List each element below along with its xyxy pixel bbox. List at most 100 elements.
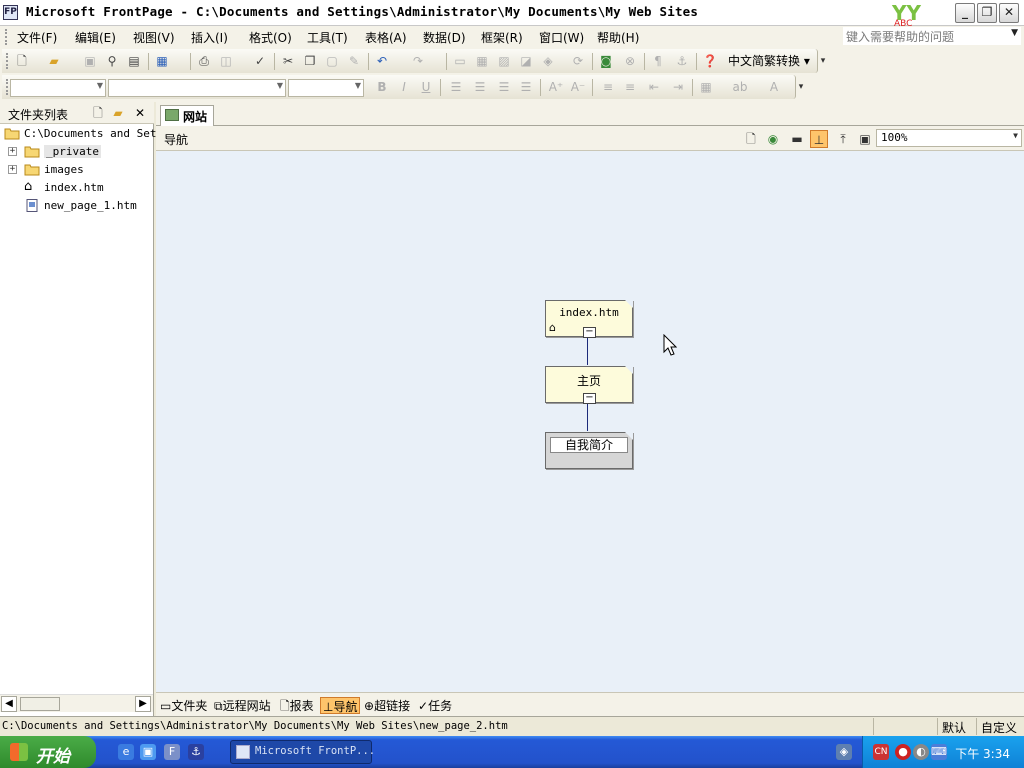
redo-icon[interactable]: ↷: [410, 53, 426, 69]
print-icon[interactable]: ⎙: [196, 53, 212, 69]
bookmark-icon[interactable]: ⚓: [674, 53, 690, 69]
show-all-icon[interactable]: ¶: [650, 53, 666, 69]
view-tab-folders[interactable]: ▭文件夹: [158, 697, 209, 714]
new-folder-icon[interactable]: ▰: [110, 105, 126, 121]
save-icon[interactable]: ▣: [82, 53, 98, 69]
font-color-icon[interactable]: A: [766, 79, 782, 95]
show-desktop-icon[interactable]: ▣: [140, 744, 156, 760]
scroll-left-icon[interactable]: ◀: [1, 696, 17, 712]
minimize-button[interactable]: _: [955, 3, 975, 23]
menu-help[interactable]: 帮助(H): [597, 29, 639, 45]
menu-format[interactable]: 格式(O): [249, 29, 292, 45]
portrait-landscape-icon[interactable]: ⊥: [810, 130, 828, 148]
spelling-icon[interactable]: ✓: [252, 53, 268, 69]
scroll-thumb[interactable]: [20, 697, 60, 711]
cut-icon[interactable]: ✂: [280, 53, 296, 69]
shared-borders-icon[interactable]: ▬: [788, 130, 806, 148]
external-page-icon[interactable]: ◉: [764, 130, 782, 148]
convert-chinese-button[interactable]: 中文简繁转换 ▾: [728, 53, 810, 69]
insert-hyperlink-icon[interactable]: ◈: [540, 53, 556, 69]
toolbar-grip-icon[interactable]: [6, 53, 9, 69]
toolbar-options-icon[interactable]: ▾: [796, 76, 806, 96]
new-page-icon[interactable]: 🗋: [90, 105, 106, 121]
expand-icon[interactable]: +: [8, 165, 17, 174]
horizontal-scrollbar[interactable]: ◀ ▶: [0, 694, 153, 712]
find-icon[interactable]: ⚲: [104, 53, 120, 69]
menu-tools[interactable]: 工具(T): [307, 29, 348, 45]
menu-insert[interactable]: 插入(I): [191, 29, 228, 45]
antivirus-icon[interactable]: ●: [895, 744, 911, 760]
menu-grip-icon[interactable]: [5, 29, 8, 45]
expand-icon[interactable]: +: [8, 147, 17, 156]
web-component-icon[interactable]: ▦: [154, 53, 170, 69]
menu-table[interactable]: 表格(A): [365, 29, 407, 45]
close-button[interactable]: ✕: [999, 3, 1019, 23]
align-center-icon[interactable]: ☰: [472, 79, 488, 95]
insert-table-icon[interactable]: ▦: [474, 53, 490, 69]
view-tab-remote-site[interactable]: ⧉远程网站: [212, 697, 273, 714]
align-left-icon[interactable]: ☰: [448, 79, 464, 95]
nav-node-home[interactable]: 主页 −: [545, 366, 633, 404]
insert-layer-icon[interactable]: ▭: [452, 53, 468, 69]
tree-root[interactable]: C:\Documents and Sett: [0, 125, 163, 143]
collapse-icon[interactable]: −: [583, 393, 596, 404]
status-custom[interactable]: 自定义: [976, 718, 1024, 735]
network-icon[interactable]: ⌨: [931, 744, 947, 760]
volume-icon[interactable]: ◐: [913, 744, 929, 760]
numbering-icon[interactable]: ≡: [600, 79, 616, 95]
menu-edit[interactable]: 编辑(E): [75, 29, 116, 45]
increase-font-icon[interactable]: A⁺: [548, 79, 564, 95]
restore-button[interactable]: ❐: [977, 3, 997, 23]
menu-window[interactable]: 窗口(W): [539, 29, 584, 45]
chevron-down-icon[interactable]: ▼: [1011, 28, 1018, 38]
publish-icon[interactable]: ▤: [126, 53, 142, 69]
anchor-app-icon[interactable]: ⚓: [188, 744, 204, 760]
subtree-only-icon[interactable]: ⤒: [834, 130, 852, 148]
nav-node-index[interactable]: index.htm ⌂ −: [545, 300, 633, 338]
undo-icon[interactable]: ↶: [374, 53, 390, 69]
open-folder-icon[interactable]: ▰: [46, 53, 62, 69]
collapse-icon[interactable]: −: [583, 327, 596, 338]
tree-item-private[interactable]: + _private: [0, 143, 154, 161]
scroll-right-icon[interactable]: ▶: [135, 696, 151, 712]
bullets-icon[interactable]: ≡: [622, 79, 638, 95]
view-tab-tasks[interactable]: ✓任务: [416, 697, 454, 714]
bold-icon[interactable]: B: [374, 79, 390, 95]
italic-icon[interactable]: I: [396, 79, 412, 95]
new-top-page-icon[interactable]: 🗋: [742, 130, 760, 148]
toolbar-options-icon[interactable]: ▾: [818, 50, 828, 70]
decrease-indent-icon[interactable]: ⇤: [646, 79, 662, 95]
borders-icon[interactable]: ▦: [698, 79, 714, 95]
font-size-dropdown[interactable]: ▼: [288, 79, 364, 97]
tray-app-icon[interactable]: ◈: [836, 744, 852, 760]
highlight-icon[interactable]: ab: [732, 79, 748, 95]
tree-item-new-page-1[interactable]: new_page_1.htm: [0, 197, 154, 215]
stop-icon[interactable]: ⊗: [622, 53, 638, 69]
navigation-canvas[interactable]: index.htm ⌂ − 主页 − 自我简介: [156, 151, 1024, 692]
frontpage-app-icon[interactable]: FP: [3, 5, 18, 20]
tab-website[interactable]: 网站: [160, 105, 214, 126]
increase-indent-icon[interactable]: ⇥: [670, 79, 686, 95]
nav-node-profile[interactable]: 自我简介: [545, 432, 633, 469]
underline-icon[interactable]: U: [418, 79, 434, 95]
font-dropdown[interactable]: ▼: [108, 79, 286, 97]
status-mode[interactable]: 默认: [937, 718, 975, 735]
view-tab-reports[interactable]: 🗋报表: [278, 697, 316, 714]
new-page-icon[interactable]: 🗋: [14, 53, 30, 69]
justify-icon[interactable]: ☰: [518, 79, 534, 95]
copy-icon[interactable]: ❐: [302, 53, 318, 69]
refresh-icon[interactable]: ⟳: [570, 53, 586, 69]
ie-icon[interactable]: e: [118, 744, 134, 760]
included-icon[interactable]: ▣: [856, 130, 874, 148]
toolbar-grip-icon[interactable]: [6, 79, 9, 95]
zoom-dropdown[interactable]: 100% ▼: [876, 129, 1022, 147]
start-button[interactable]: 开始: [0, 736, 96, 768]
view-tab-navigation[interactable]: ⊥导航: [320, 697, 361, 714]
tree-item-images[interactable]: + images: [0, 161, 154, 179]
help-search-input[interactable]: 键入需要帮助的问题 ▼: [843, 27, 1021, 45]
help-icon[interactable]: ❓: [702, 53, 718, 69]
menu-data[interactable]: 数据(D): [423, 29, 466, 45]
style-dropdown[interactable]: ▼: [10, 79, 106, 97]
insert-picture-icon[interactable]: ▨: [496, 53, 512, 69]
drawing-icon[interactable]: ◪: [518, 53, 534, 69]
